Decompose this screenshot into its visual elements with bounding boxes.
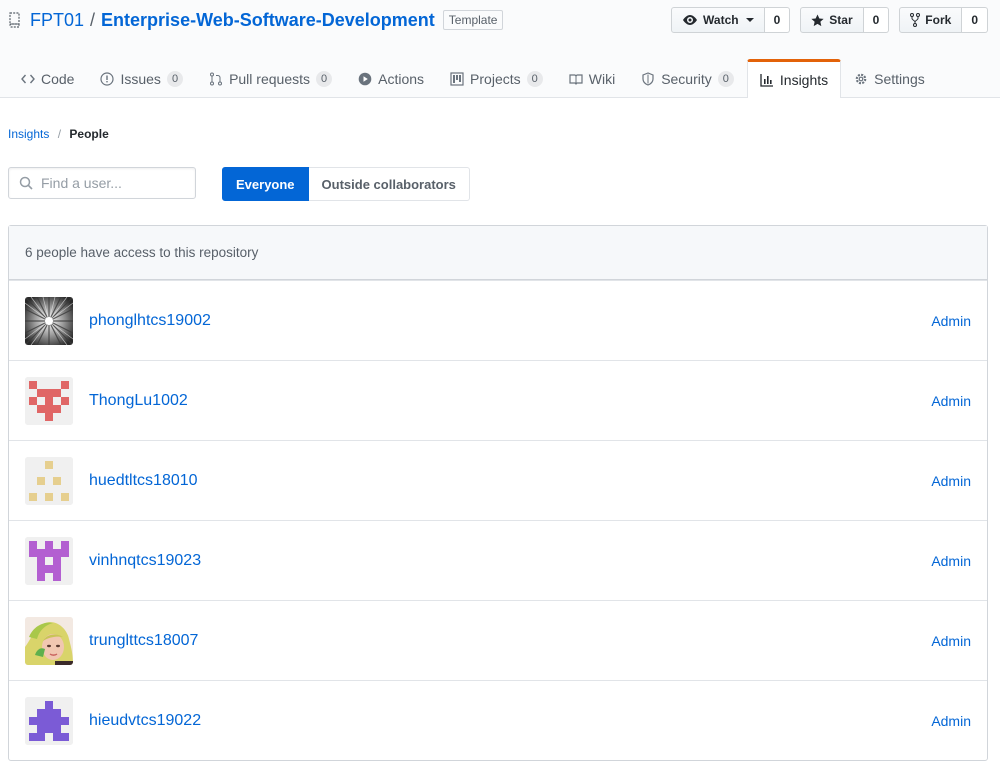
breadcrumb-current: People: [69, 127, 109, 141]
role-link[interactable]: Admin: [931, 553, 971, 569]
tab-settings[interactable]: Settings: [841, 59, 938, 98]
repo-title-bar: FPT01 / Enterprise-Web-Software-Developm…: [8, 7, 504, 33]
avatar[interactable]: [25, 296, 73, 345]
tab-projects[interactable]: Projects 0: [437, 59, 556, 98]
tab-pull-requests[interactable]: Pull requests 0: [196, 59, 345, 98]
tab-counter: 0: [717, 71, 734, 87]
watch-label: Watch: [703, 13, 739, 27]
fork-group: Fork 0: [899, 7, 988, 33]
star-group: Star 0: [800, 7, 890, 33]
avatar-identicon: [25, 696, 73, 745]
issue-icon: [100, 72, 115, 86]
repo-owner-link[interactable]: FPT01: [30, 10, 84, 31]
people-count-header: 6 people have access to this repository: [9, 226, 987, 280]
tab-insights[interactable]: Insights: [746, 59, 842, 98]
find-user-field: [8, 167, 196, 199]
username-link[interactable]: ThongLu1002: [89, 392, 188, 410]
avatar-photo-rays: [25, 296, 73, 345]
repo-template-icon: [9, 12, 20, 28]
fork-count[interactable]: 0: [962, 7, 988, 33]
avatar[interactable]: [25, 536, 73, 585]
tab-wiki[interactable]: Wiki: [556, 59, 628, 98]
play-icon: [358, 72, 372, 86]
breadcrumb-insights-link[interactable]: Insights: [8, 127, 49, 141]
username-link[interactable]: trunglttcs18007: [89, 632, 198, 650]
breadcrumb: Insights / People: [8, 127, 109, 141]
role-link[interactable]: Admin: [931, 393, 971, 409]
repo-actions: Watch 0 Star 0 Fork 0: [671, 7, 988, 33]
avatar[interactable]: [25, 376, 73, 425]
username-link[interactable]: phonglhtcs19002: [89, 312, 211, 330]
tab-label: Code: [41, 71, 75, 87]
tab-label: Settings: [874, 71, 925, 87]
fork-button[interactable]: Fork: [899, 7, 963, 33]
search-icon: [19, 176, 33, 190]
role-link[interactable]: Admin: [931, 713, 971, 729]
watch-group: Watch 0: [671, 7, 791, 33]
repo-name-link[interactable]: Enterprise-Web-Software-Development: [101, 10, 435, 31]
everyone-filter-button[interactable]: Everyone: [222, 167, 309, 201]
tab-counter: 0: [526, 71, 543, 87]
find-user-input[interactable]: [39, 174, 183, 192]
code-icon: [21, 74, 35, 84]
star-label: Star: [829, 13, 853, 27]
avatar-photo-person: [25, 616, 73, 665]
username-link[interactable]: hieudvtcs19022: [89, 712, 201, 730]
graph-icon: [760, 74, 773, 87]
avatar-identicon: [25, 456, 73, 505]
tab-label: Actions: [378, 71, 425, 87]
avatar-identicon: [25, 536, 73, 585]
role-link[interactable]: Admin: [931, 313, 971, 329]
fork-icon: [910, 13, 921, 27]
watch-count[interactable]: 0: [764, 7, 791, 33]
project-icon: [450, 72, 464, 86]
tab-label: Projects: [470, 71, 521, 87]
people-filter-toggle: Everyone Outside collaborators: [222, 167, 470, 201]
tab-label: Issues: [120, 71, 161, 87]
tab-counter: 0: [316, 71, 333, 87]
book-icon: [569, 74, 583, 85]
gear-icon: [855, 73, 867, 85]
tab-security[interactable]: Security 0: [628, 59, 747, 98]
people-list: 6 people have access to this repository …: [8, 225, 988, 761]
outside-collaborators-filter-button[interactable]: Outside collaborators: [308, 167, 470, 201]
repo-nav-tabs: Code Issues 0 Pull requests 0 Actions Pr…: [0, 59, 938, 98]
tab-label: Insights: [779, 72, 829, 88]
star-button[interactable]: Star: [800, 7, 864, 33]
star-count[interactable]: 0: [863, 7, 890, 33]
username-link[interactable]: huedtltcs18010: [89, 472, 198, 490]
avatar[interactable]: [25, 616, 73, 665]
tab-label: Wiki: [588, 71, 616, 87]
shield-icon: [642, 72, 654, 86]
tab-counter: 0: [166, 71, 184, 87]
list-item: trunglttcs18007 Admin: [9, 600, 987, 680]
tab-label: Pull requests: [229, 71, 310, 87]
list-item: ThongLu1002 Admin: [9, 360, 987, 440]
avatar-identicon: [25, 376, 73, 425]
eye-icon: [683, 15, 698, 25]
list-item: hieudvtcs19022 Admin: [9, 680, 987, 760]
chevron-down-icon: [745, 18, 754, 22]
star-icon: [811, 13, 824, 26]
path-separator: /: [90, 9, 96, 30]
watch-button[interactable]: Watch: [671, 7, 765, 33]
tab-actions[interactable]: Actions: [345, 59, 437, 98]
tab-issues[interactable]: Issues 0: [87, 59, 196, 98]
role-link[interactable]: Admin: [931, 633, 971, 649]
avatar[interactable]: [25, 696, 73, 745]
list-item: phonglhtcs19002 Admin: [9, 280, 987, 360]
avatar[interactable]: [25, 456, 73, 505]
tab-code[interactable]: Code: [8, 59, 87, 98]
repo-header: FPT01 / Enterprise-Web-Software-Developm…: [0, 0, 1000, 98]
list-item: huedtltcs18010 Admin: [9, 440, 987, 520]
pull-request-icon: [210, 72, 223, 86]
fork-label: Fork: [925, 13, 952, 27]
list-item: vinhnqtcs19023 Admin: [9, 520, 987, 600]
tab-label: Security: [661, 71, 712, 87]
role-link[interactable]: Admin: [931, 473, 971, 489]
username-link[interactable]: vinhnqtcs19023: [89, 552, 201, 570]
breadcrumb-separator: /: [57, 127, 62, 141]
template-badge: Template: [442, 10, 504, 30]
